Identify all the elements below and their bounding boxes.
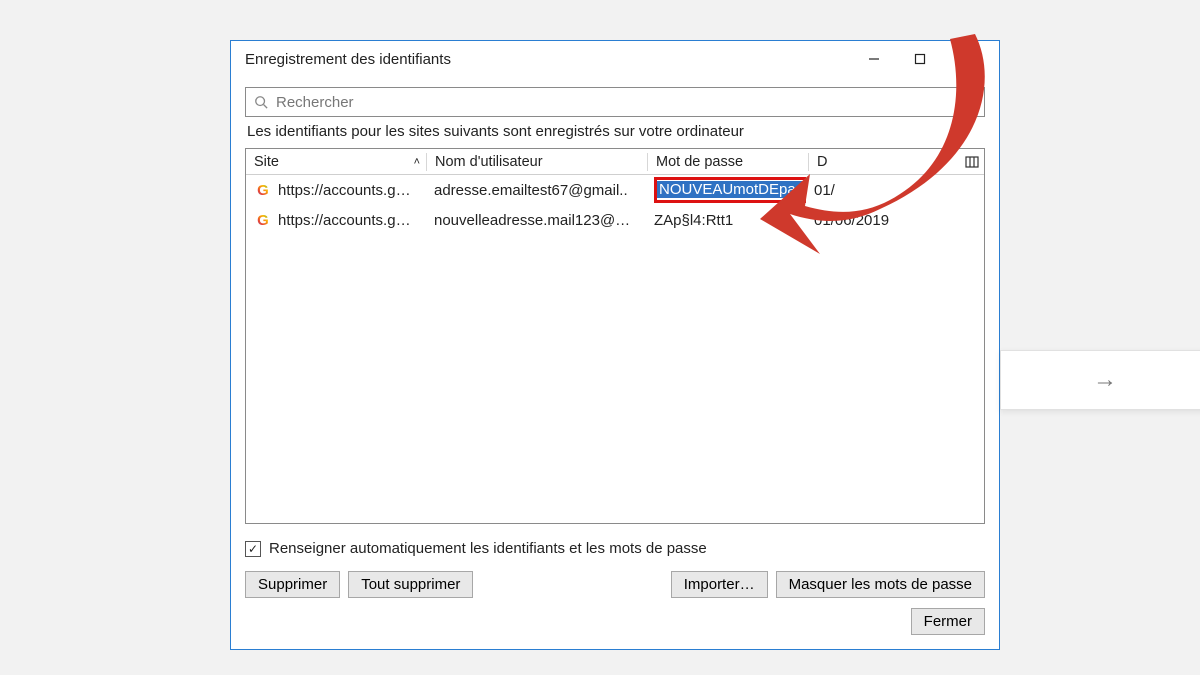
sort-indicator-icon: ˄ xyxy=(414,156,420,168)
cell-username: adresse.emailtest67@gmail.. xyxy=(426,182,646,199)
column-header-password[interactable]: Mot de passe xyxy=(648,154,808,170)
google-favicon-icon: G xyxy=(254,211,272,229)
cell-date: 01/06/2019 xyxy=(806,212,960,229)
google-favicon-icon: G xyxy=(254,181,272,199)
credentials-dialog: Enregistrement des identifiants Recherch… xyxy=(230,40,1000,650)
highlight-annotation: NOUVEAUmotDEpas xyxy=(654,177,806,203)
table-row[interactable]: G https://accounts.g… nouvelleadresse.ma… xyxy=(246,205,984,235)
autofill-option[interactable]: ✓ Renseigner automatiquement les identif… xyxy=(245,534,985,571)
delete-all-button[interactable]: Tout supprimer xyxy=(348,571,473,598)
import-button[interactable]: Importer… xyxy=(671,571,768,598)
autofill-checkbox[interactable]: ✓ xyxy=(245,541,261,557)
close-window-button[interactable] xyxy=(943,41,989,77)
next-nav-card[interactable]: → xyxy=(1000,350,1200,410)
cell-site: https://accounts.g… xyxy=(278,212,411,229)
table-row[interactable]: G https://accounts.g… adresse.emailtest6… xyxy=(246,175,984,205)
search-input[interactable]: Rechercher xyxy=(245,87,985,117)
cell-site: https://accounts.g… xyxy=(278,182,411,199)
column-header-date[interactable]: D xyxy=(809,154,960,170)
close-button[interactable]: Fermer xyxy=(911,608,985,635)
cell-password[interactable]: NOUVEAUmotDEpas xyxy=(646,177,806,203)
arrow-right-icon: → xyxy=(1093,366,1117,394)
mask-passwords-button[interactable]: Masquer les mots de passe xyxy=(776,571,985,598)
titlebar: Enregistrement des identifiants xyxy=(231,41,999,77)
table-header: Site ˄ Nom d'utilisateur Mot de passe D xyxy=(246,149,984,175)
column-picker-button[interactable] xyxy=(960,156,984,168)
search-placeholder: Rechercher xyxy=(276,94,354,111)
maximize-button[interactable] xyxy=(897,41,943,77)
search-icon xyxy=(254,95,268,109)
dialog-footer: ✓ Renseigner automatiquement les identif… xyxy=(245,524,985,635)
cell-date: 01/ xyxy=(806,182,960,199)
column-header-username[interactable]: Nom d'utilisateur xyxy=(427,154,647,170)
cell-username: nouvelleadresse.mail123@… xyxy=(426,212,646,229)
minimize-button[interactable] xyxy=(851,41,897,77)
table-body: G https://accounts.g… adresse.emailtest6… xyxy=(246,175,984,523)
credentials-table: Site ˄ Nom d'utilisateur Mot de passe D xyxy=(245,148,985,524)
autofill-label: Renseigner automatiquement les identifia… xyxy=(269,540,707,557)
description-text: Les identifiants pour les sites suivants… xyxy=(245,117,985,148)
column-header-site[interactable]: Site ˄ xyxy=(246,154,426,170)
dialog-title: Enregistrement des identifiants xyxy=(245,51,851,68)
dialog-content: Rechercher Les identifiants pour les sit… xyxy=(231,77,999,649)
delete-button[interactable]: Supprimer xyxy=(245,571,340,598)
cell-password[interactable]: ZAp§l4:Rtt1 xyxy=(646,212,806,229)
